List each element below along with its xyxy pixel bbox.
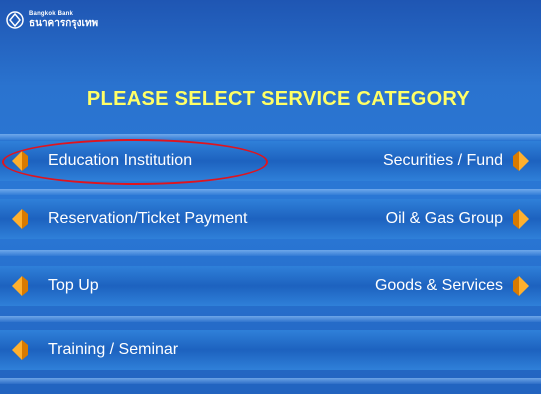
bank-name-english: Bangkok Bank [29,11,74,17]
option-top-up[interactable]: Top Up [10,266,99,306]
option-label: Securities / Fund [382,152,503,169]
option-goods-services[interactable]: Goods & Services [375,266,531,306]
divider [0,134,541,140]
arrow-left-icon [12,340,28,360]
option-oil-gas-group[interactable]: Oil & Gas Group [386,199,531,239]
divider [0,316,541,322]
option-securities-fund[interactable]: Securities / Fund [383,141,531,181]
arrow-left-icon [12,276,28,296]
option-label: Oil & Gas Group [385,210,503,227]
divider [0,378,541,384]
arrow-right-icon [513,209,529,229]
divider [0,250,541,256]
bank-name-thai: ธนาคารกรุงเทพ [29,18,99,29]
bank-emblem-icon [6,11,24,29]
selection-highlight-ring [2,139,268,185]
option-reservation-ticket-payment[interactable]: Reservation/Ticket Payment [10,199,247,239]
option-label: Goods & Services [374,277,503,294]
option-label: Top Up [48,277,99,294]
option-label: Reservation/Ticket Payment [48,210,248,227]
option-training-seminar[interactable]: Training / Seminar [10,330,178,370]
arrow-right-icon [513,276,529,296]
bank-logo: Bangkok Bank ธนาคารกรุงเทพ [6,7,98,33]
page-title: PLEASE SELECT SERVICE CATEGORY [86,88,471,110]
option-label: Training / Seminar [48,341,179,358]
arrow-right-icon [513,151,529,171]
divider [0,189,541,195]
arrow-left-icon [12,209,28,229]
